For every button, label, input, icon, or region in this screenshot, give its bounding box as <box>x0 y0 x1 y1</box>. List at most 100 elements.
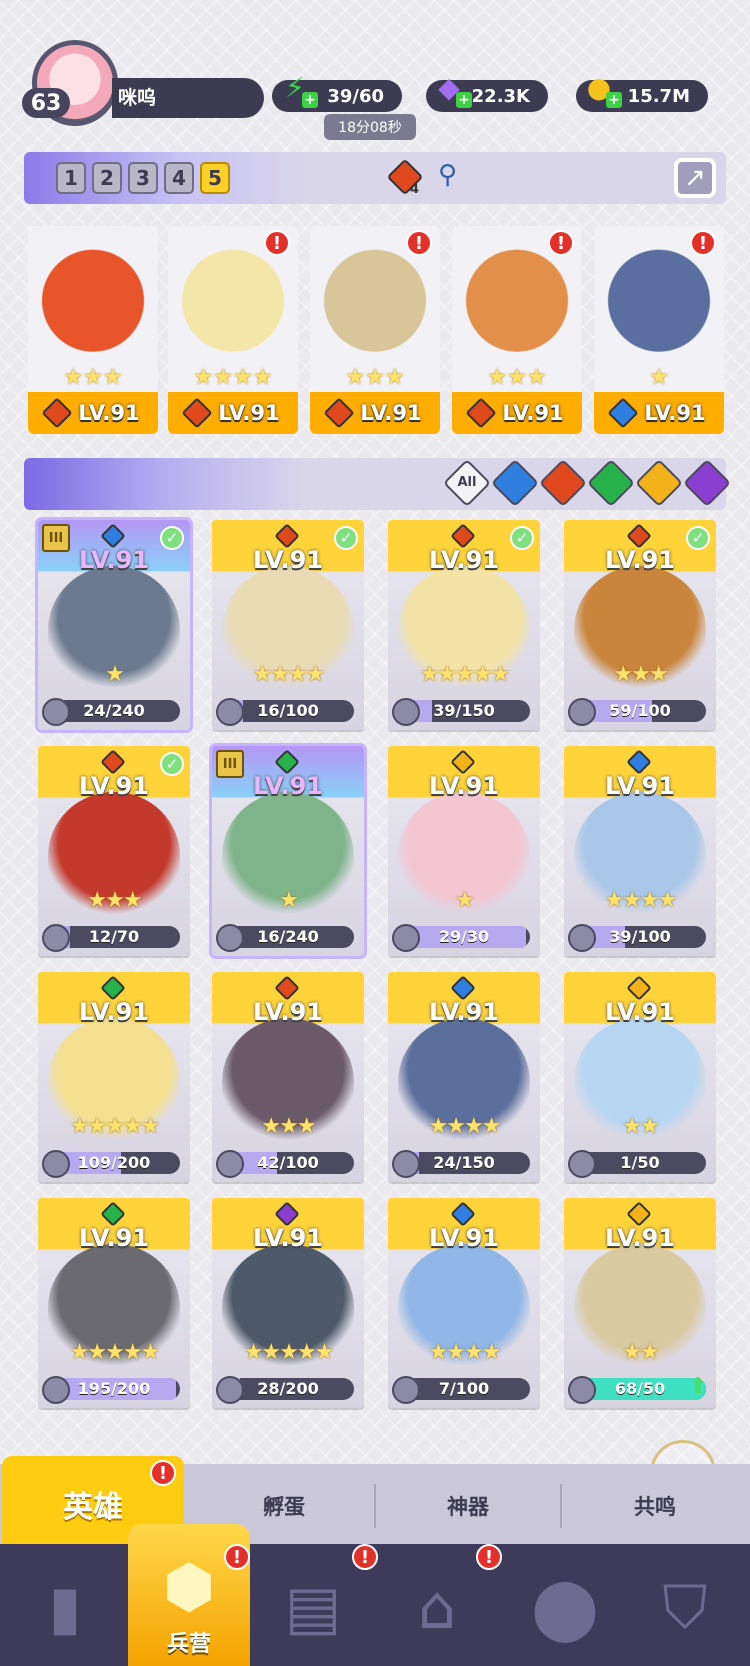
hero-level: LV.91 <box>360 401 422 425</box>
share-icon[interactable]: ↗ <box>674 158 716 198</box>
shard-icon <box>42 698 70 726</box>
wind-element-icon <box>100 1201 126 1227</box>
hero-level-bar: LV.91 <box>452 392 582 434</box>
team-hero-card[interactable]: ★★★ LV.91 <box>452 226 582 434</box>
shard-icon <box>42 1376 70 1404</box>
hero-level: LV.91 <box>429 546 499 574</box>
hero-stars: ★★★★★ <box>69 1340 161 1365</box>
hero-card[interactable]: LV.91 ★★★★★ 109/200 <box>38 972 190 1182</box>
hero-card[interactable]: LV.91 ★★★★★ 195/200 <box>38 1198 190 1408</box>
hero-stars: ★★★★★ <box>419 662 511 687</box>
fire-element-icon <box>274 523 300 549</box>
hero-stars: ★★★ <box>63 365 123 390</box>
team-hero-card[interactable]: ★★★★ LV.91 <box>168 226 298 434</box>
hero-stars: ★★★ <box>87 888 142 913</box>
hero-stars: ★★★★ <box>428 1340 502 1365</box>
map-book-nav-icon[interactable]: ▤ <box>258 1556 368 1660</box>
player-level: 63 <box>22 88 70 118</box>
in-team-check-icon: ✓ <box>160 526 184 550</box>
alert-badge: ! <box>406 230 432 256</box>
shard-icon <box>568 1376 596 1404</box>
hero-card[interactable]: LV.91 ★★★★ 39/100 <box>564 746 716 956</box>
shard-icon <box>216 698 244 726</box>
team-tab-3[interactable]: 3 <box>128 162 158 194</box>
tab-artifacts[interactable]: 神器 <box>376 1484 560 1528</box>
shard-icon <box>216 924 244 952</box>
team-hero-card[interactable]: ★★★ LV.91 <box>28 226 158 434</box>
hero-card[interactable]: LV.91 ★ 29/30 <box>388 746 540 956</box>
energy-timer: 18分08秒 <box>324 114 416 140</box>
hero-card[interactable]: LV.91 ★★★ 59/100 ✓ <box>564 520 716 730</box>
lightning-icon: ⚡ + <box>276 68 318 108</box>
wind-element-icon <box>100 975 126 1001</box>
upgrade-arrow-icon: ⬆ <box>688 1374 708 1399</box>
hero-level: LV.91 <box>429 772 499 800</box>
hero-level: LV.91 <box>253 546 323 574</box>
hero-card[interactable]: LV.91 ★★★★★ 28/200 <box>212 1198 364 1408</box>
hero-level: LV.91 <box>644 401 706 425</box>
hero-card[interactable]: LV.91 ★★★ 42/100 <box>212 972 364 1182</box>
hero-stars: ★★★★ <box>428 1114 502 1139</box>
team-tab-1[interactable]: 1 <box>56 162 86 194</box>
hero-card[interactable]: LV.91 ★ 16/240 III <box>209 743 367 959</box>
hero-stars: ★★★ <box>613 662 668 687</box>
in-team-check-icon: ✓ <box>160 752 184 776</box>
shard-icon <box>392 698 420 726</box>
hero-stars: ★★★★★ <box>243 1340 335 1365</box>
shard-icon <box>568 1150 596 1178</box>
guild-nav-icon[interactable]: ⛉ <box>630 1556 740 1660</box>
dark-element-icon <box>274 1201 300 1227</box>
castle-nav-icon[interactable]: ⌂ <box>382 1556 492 1660</box>
plus-icon[interactable]: + <box>606 92 622 108</box>
hero-card[interactable]: LV.91 ★★★★★ 39/150 ✓ <box>388 520 540 730</box>
hero-level: LV.91 <box>79 998 149 1026</box>
hero-level: LV.91 <box>605 546 675 574</box>
tab-hatch[interactable]: 孵蛋 <box>194 1484 374 1528</box>
team-hero-card[interactable]: ★ LV.91 <box>594 226 724 434</box>
hero-card[interactable]: LV.91 ★★★★ 7/100 <box>388 1198 540 1408</box>
hero-card[interactable]: LV.91 ★★ 68/50 ⬆ <box>564 1198 716 1408</box>
hero-card[interactable]: LV.91 ★★★★ 16/100 ✓ <box>212 520 364 730</box>
hero-level: LV.91 <box>253 1224 323 1252</box>
hero-stars: ★★★ <box>487 365 547 390</box>
hero-card[interactable]: LV.91 ★★ 1/50 <box>564 972 716 1182</box>
hero-stars: ★ <box>455 888 475 913</box>
alert-badge: ! <box>150 1460 176 1486</box>
team-hero-card[interactable]: ★★★ LV.91 <box>310 226 440 434</box>
hero-stars: ★★★★★ <box>69 1114 161 1139</box>
rank-badge-icon: III <box>42 524 70 552</box>
in-team-check-icon: ✓ <box>334 526 358 550</box>
hero-card[interactable]: LV.91 ★★★ 12/70 ✓ <box>38 746 190 956</box>
tab-resonance[interactable]: 共鸣 <box>562 1484 748 1528</box>
light-element-icon <box>626 1201 652 1227</box>
fire-element-icon <box>274 975 300 1001</box>
barracks-icon: ⬢ <box>162 1552 216 1622</box>
hero-level-bar: LV.91 <box>310 392 440 434</box>
hero-stars: ★ <box>279 888 299 913</box>
water-element-icon <box>450 975 476 1001</box>
search-icon[interactable]: ⚲ <box>438 160 457 190</box>
mushroom-nav-icon[interactable]: ⬤ <box>510 1556 620 1660</box>
shard-icon <box>568 924 596 952</box>
plus-icon[interactable]: + <box>456 92 472 108</box>
hero-level-bar: LV.91 <box>28 392 158 434</box>
plus-icon[interactable]: + <box>302 92 318 108</box>
hero-level: LV.91 <box>429 1224 499 1252</box>
team-tab-2[interactable]: 2 <box>92 162 122 194</box>
team-tab-4[interactable]: 4 <box>164 162 194 194</box>
team-tab-5[interactable]: 5 <box>200 162 230 194</box>
shard-icon <box>392 1376 420 1404</box>
hero-stars: ★ <box>649 365 669 390</box>
hero-stars: ★★ <box>622 1114 659 1139</box>
fire-element-icon <box>626 523 652 549</box>
cards-nav-icon[interactable]: ▮ <box>10 1556 120 1660</box>
water-element-icon <box>626 749 652 775</box>
fire-element-icon <box>100 749 126 775</box>
hero-stars: ★★ <box>622 1340 659 1365</box>
hero-level: LV.91 <box>605 998 675 1026</box>
in-team-check-icon: ✓ <box>686 526 710 550</box>
hero-card[interactable]: LV.91 ★ 24/240 ✓ III <box>35 517 193 733</box>
light-element-icon <box>626 975 652 1001</box>
hero-stars: ★★★★ <box>604 888 678 913</box>
hero-card[interactable]: LV.91 ★★★★ 24/150 <box>388 972 540 1182</box>
